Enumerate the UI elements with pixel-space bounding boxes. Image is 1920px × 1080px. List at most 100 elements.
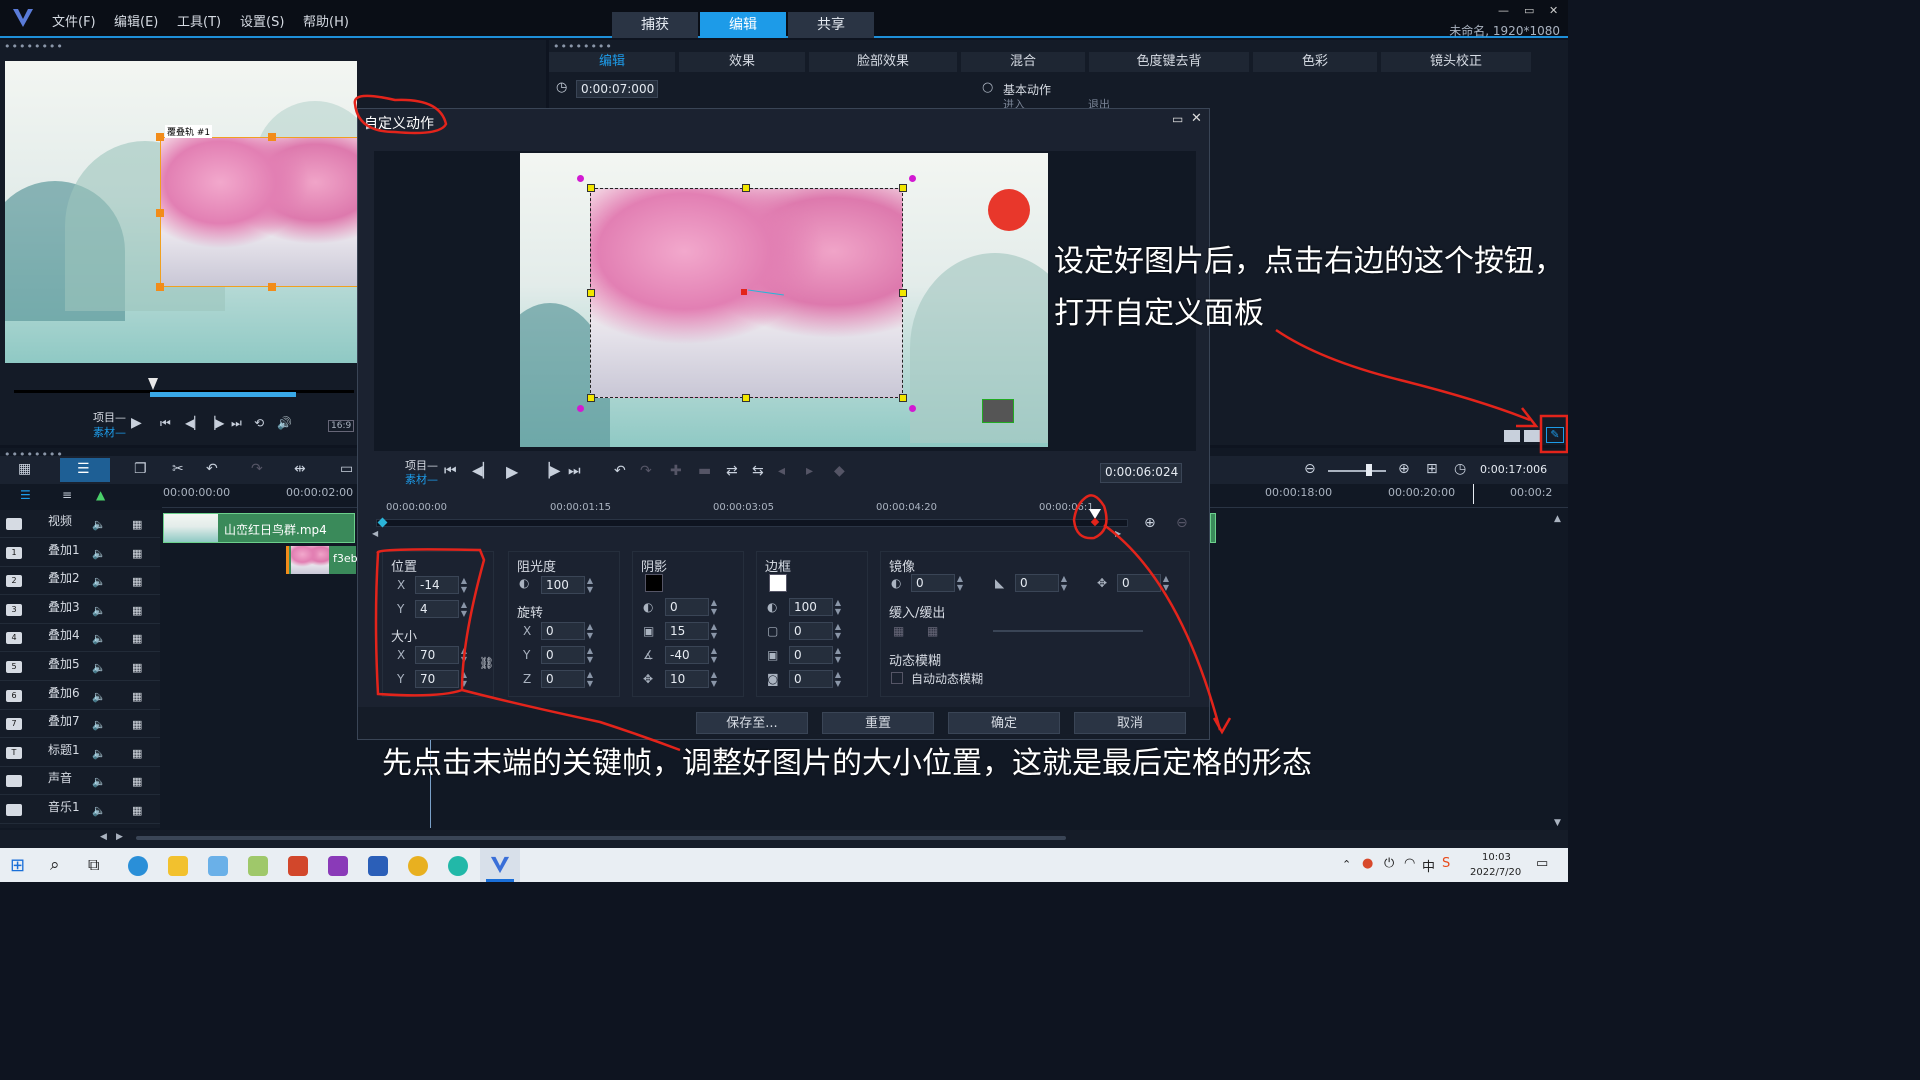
- track-row[interactable]: 1 叠加1 🔈 ▦: [0, 539, 160, 567]
- sogou-icon[interactable]: S: [1442, 856, 1450, 871]
- mirror-field-3[interactable]: 0: [1117, 574, 1161, 592]
- menu-settings[interactable]: 设置(S): [240, 11, 284, 30]
- dlg-play-icon[interactable]: ▶: [506, 462, 518, 481]
- task-view-icon[interactable]: ⧉: [88, 855, 99, 875]
- clock-time[interactable]: 10:03: [1482, 852, 1511, 863]
- resize-handle[interactable]: [587, 394, 595, 402]
- menu-help[interactable]: 帮助(H): [303, 11, 349, 30]
- clip-mode-label[interactable]: 素材—: [93, 424, 126, 440]
- add-keyframe-icon[interactable]: ✚: [670, 463, 682, 479]
- spin-icon[interactable]: ▲ ▼: [833, 670, 843, 688]
- rotation-z-field[interactable]: 0: [541, 670, 585, 688]
- record-icon[interactable]: ▭: [340, 461, 353, 477]
- tools-app-icon[interactable]: [248, 856, 268, 876]
- tab-chroma-key[interactable]: 色度键去背: [1089, 52, 1249, 72]
- video-clip[interactable]: 山峦红日鸟群.mp4: [163, 513, 355, 543]
- mirror-field-2[interactable]: 0: [1015, 574, 1059, 592]
- chrome-icon[interactable]: [408, 856, 428, 876]
- track-toggle-icon[interactable]: ▦: [132, 775, 142, 788]
- tab-edit[interactable]: 编辑: [700, 12, 786, 38]
- shadow-color-swatch[interactable]: [645, 574, 663, 592]
- mirror-field-1[interactable]: 0: [911, 574, 955, 592]
- remove-keyframe-icon[interactable]: ▬: [698, 463, 711, 479]
- trim-range[interactable]: [150, 392, 296, 397]
- track-volume-icon[interactable]: 🔈: [92, 575, 106, 588]
- ime-icon[interactable]: 中: [1422, 856, 1435, 875]
- track-volume-icon[interactable]: 🔈: [92, 604, 106, 617]
- track-row[interactable]: 2 叠加2 🔈 ▦: [0, 567, 160, 596]
- word-icon[interactable]: [368, 856, 388, 876]
- timeline-scrollbar[interactable]: [136, 836, 1066, 840]
- project-mode-label[interactable]: 项目—: [93, 409, 126, 425]
- ease-in-icon[interactable]: ▦: [893, 624, 904, 638]
- spin-icon[interactable]: ▲ ▼: [1059, 574, 1069, 592]
- spin-icon[interactable]: ▲ ▼: [833, 646, 843, 664]
- notification-icon[interactable]: ▭: [1536, 856, 1548, 871]
- spin-icon[interactable]: ▲ ▼: [833, 598, 843, 616]
- rotation-x-field[interactable]: 0: [541, 622, 585, 640]
- dlg-step-forward-icon[interactable]: ▕▶: [539, 463, 561, 479]
- track-row[interactable]: 5 叠加5 🔈 ▦: [0, 653, 160, 681]
- border-color-swatch[interactable]: [769, 574, 787, 592]
- play-icon[interactable]: ▶: [131, 415, 142, 431]
- track-toggle-icon[interactable]: ▦: [132, 604, 142, 617]
- minimize-icon[interactable]: —: [1498, 4, 1509, 17]
- menu-edit[interactable]: 编辑(E): [114, 11, 158, 30]
- scroll-down-icon[interactable]: ▼: [1554, 818, 1561, 828]
- zoom-in-icon[interactable]: ⊕: [1398, 461, 1410, 477]
- ok-button[interactable]: 确定: [948, 712, 1060, 734]
- undo-icon[interactable]: ↶: [206, 461, 218, 477]
- track-row[interactable]: T 标题1 🔈 ▦: [0, 739, 160, 767]
- track-volume-icon[interactable]: 🔈: [92, 690, 106, 703]
- skew-handle[interactable]: [909, 175, 916, 182]
- key-zoom-in-icon[interactable]: ⊕: [1144, 515, 1156, 531]
- custom-motion-button[interactable]: ✎: [1546, 427, 1564, 443]
- skew-handle[interactable]: [909, 405, 916, 412]
- dlg-clip-label[interactable]: 素材—: [405, 471, 438, 487]
- reset-button[interactable]: 重置: [822, 712, 934, 734]
- layout-icon[interactable]: [1504, 430, 1520, 442]
- spin-icon[interactable]: ▲ ▼: [459, 600, 469, 618]
- step-back-icon[interactable]: ◀▏: [185, 416, 203, 430]
- resize-handle[interactable]: [899, 289, 907, 297]
- resize-handle[interactable]: [587, 184, 595, 192]
- timeline-timecode[interactable]: 0:00:17:006: [1480, 463, 1547, 476]
- playhead-handle[interactable]: [148, 378, 158, 390]
- tray-expand-icon[interactable]: ⌃: [1342, 858, 1351, 871]
- spin-icon[interactable]: ▲ ▼: [1161, 574, 1171, 592]
- video-clip-end[interactable]: [1210, 513, 1216, 543]
- dlg-redo-icon[interactable]: ↷: [640, 463, 652, 479]
- key-scroll-left-icon[interactable]: ◀: [372, 529, 378, 538]
- clock-date[interactable]: 2022/7/20: [1470, 867, 1521, 878]
- tab-effects[interactable]: 效果: [679, 52, 805, 72]
- opacity-field[interactable]: 100: [541, 576, 585, 594]
- scroll-left-icon[interactable]: ◀: [100, 832, 107, 842]
- shadow-field-3[interactable]: -40: [665, 646, 709, 664]
- spin-icon[interactable]: ▲ ▼: [833, 622, 843, 640]
- tab-capture[interactable]: 捕获: [612, 12, 698, 38]
- track-toggle-icon[interactable]: ▦: [132, 690, 142, 703]
- keyframe-track[interactable]: [376, 519, 1128, 527]
- next-keyframe-icon[interactable]: ▸: [806, 463, 813, 479]
- tab-share[interactable]: 共享: [788, 12, 874, 38]
- track-volume-icon[interactable]: 🔈: [92, 547, 106, 560]
- repeat-icon[interactable]: ⟲: [254, 416, 264, 430]
- tab-blend[interactable]: 混合: [961, 52, 1085, 72]
- track-volume-icon[interactable]: 🔈: [92, 775, 106, 788]
- reverse-keyframe-icon[interactable]: ⇄: [726, 463, 738, 479]
- track-volume-icon[interactable]: 🔈: [92, 804, 106, 817]
- power-icon[interactable]: ⏻: [1384, 856, 1394, 871]
- zoom-slider-thumb[interactable]: [1366, 464, 1372, 476]
- maximize-icon[interactable]: ▭: [1524, 4, 1534, 17]
- key-zoom-out-icon[interactable]: ⊖: [1176, 515, 1188, 531]
- skew-handle[interactable]: [577, 175, 584, 182]
- border-field-2[interactable]: 0: [789, 622, 833, 640]
- spin-icon[interactable]: ▲ ▼: [709, 622, 719, 640]
- tab-color[interactable]: 色彩: [1253, 52, 1377, 72]
- spin-icon[interactable]: ▲ ▼: [955, 574, 965, 592]
- resize-handle[interactable]: [742, 394, 750, 402]
- search-icon[interactable]: ⌕: [50, 855, 60, 875]
- track-volume-icon[interactable]: 🔈: [92, 518, 106, 531]
- resize-handle[interactable]: [899, 184, 907, 192]
- overlay-image[interactable]: [160, 137, 357, 287]
